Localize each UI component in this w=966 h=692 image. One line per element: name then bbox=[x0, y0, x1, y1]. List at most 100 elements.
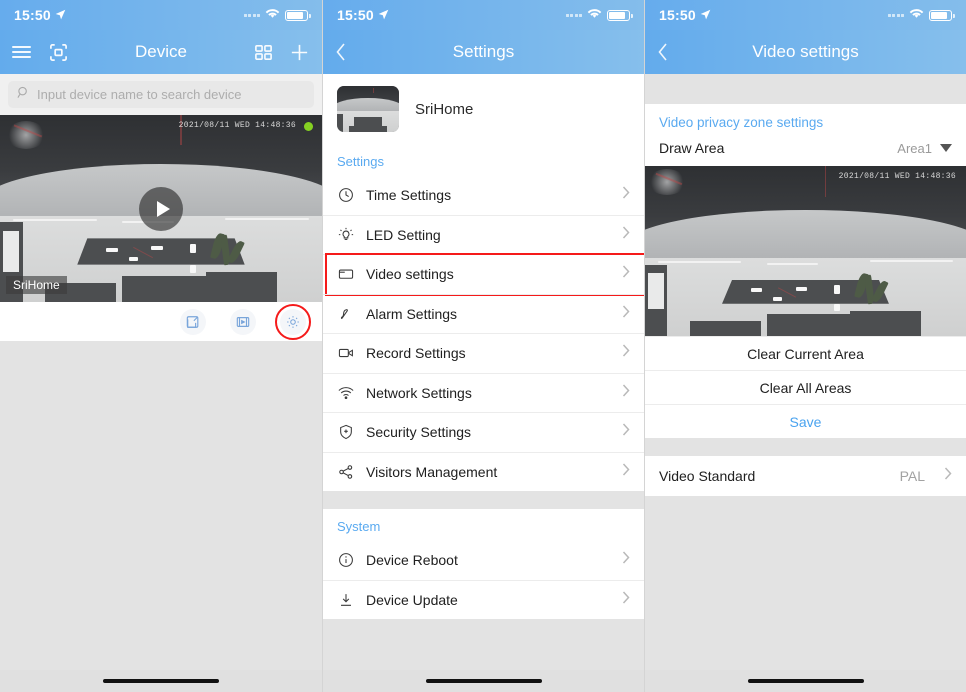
settings-row-label: Time Settings bbox=[366, 186, 452, 203]
settings-list: Time Settings LED Setting Video settings… bbox=[323, 175, 644, 491]
play-icon[interactable] bbox=[139, 186, 183, 231]
battery-icon bbox=[285, 9, 311, 21]
video-frame-icon bbox=[337, 266, 354, 282]
wifi-icon bbox=[587, 6, 602, 24]
clock-icon bbox=[337, 187, 354, 203]
section-divider bbox=[645, 438, 966, 456]
location-arrow-icon bbox=[55, 7, 66, 23]
chevron-right-icon bbox=[622, 591, 630, 609]
settings-row-network-settings[interactable]: Network Settings bbox=[323, 372, 644, 413]
chevron-right-icon bbox=[622, 423, 630, 441]
save-button[interactable]: Save bbox=[645, 404, 966, 438]
settings-row-video-settings[interactable]: Video settings bbox=[323, 253, 644, 296]
settings-row-alarm-settings[interactable]: Alarm Settings bbox=[323, 293, 644, 334]
chevron-right-icon bbox=[622, 186, 630, 204]
chevron-right-icon bbox=[622, 463, 630, 481]
chevron-left-icon[interactable] bbox=[657, 42, 669, 62]
camera-preview[interactable]: 2021/08/11 WED 14:48:36 SriHome bbox=[0, 115, 322, 302]
qr-scan-icon[interactable] bbox=[49, 43, 68, 62]
hamburger-menu-icon[interactable] bbox=[12, 45, 31, 59]
chevron-left-icon[interactable] bbox=[335, 42, 347, 62]
gear-icon[interactable] bbox=[275, 303, 311, 340]
settings-row-device-update[interactable]: Device Update bbox=[323, 579, 644, 620]
home-indicator-area bbox=[323, 670, 644, 692]
camera-timestamp: 2021/08/11 WED 14:48:36 bbox=[178, 121, 296, 130]
status-badge-online bbox=[304, 122, 313, 131]
plus-icon[interactable] bbox=[289, 42, 310, 63]
location-arrow-icon bbox=[378, 7, 389, 23]
settings-row-label: Visitors Management bbox=[366, 463, 498, 480]
search-bar[interactable] bbox=[8, 81, 314, 108]
battery-icon bbox=[929, 9, 955, 21]
section-divider bbox=[323, 491, 644, 509]
home-indicator[interactable] bbox=[103, 678, 219, 684]
settings-row-security-settings[interactable]: Security Settings bbox=[323, 412, 644, 452]
draw-area-label: Draw Area bbox=[659, 140, 725, 156]
status-bar-time: 15:50 bbox=[659, 7, 696, 23]
privacy-zone-preview[interactable]: 2021/08/11 WED 14:48:36 bbox=[645, 166, 966, 336]
screen-video-settings: 15:50 Video settings Video privacy zone … bbox=[644, 0, 966, 692]
battery-icon bbox=[607, 9, 633, 21]
signal-dots-icon bbox=[565, 13, 582, 17]
settings-row-visitors-management[interactable]: Visitors Management bbox=[323, 451, 644, 492]
device-card[interactable]: 2021/08/11 WED 14:48:36 SriHome bbox=[0, 115, 322, 342]
device-card-actions bbox=[0, 302, 322, 342]
playback-icon[interactable] bbox=[230, 308, 256, 335]
clear-all-areas-button[interactable]: Clear All Areas bbox=[645, 370, 966, 404]
status-bar: 15:50 bbox=[323, 0, 644, 30]
settings-row-label: Video settings bbox=[366, 266, 454, 283]
caret-down-icon[interactable] bbox=[940, 144, 952, 152]
home-indicator[interactable] bbox=[425, 678, 542, 684]
clear-current-area-button[interactable]: Clear Current Area bbox=[645, 336, 966, 370]
device-name-overlay: SriHome bbox=[6, 276, 67, 294]
top-spacer bbox=[645, 74, 966, 104]
download-icon bbox=[337, 592, 354, 608]
home-indicator[interactable] bbox=[747, 678, 864, 684]
page-title: Settings bbox=[452, 42, 515, 61]
settings-row-label: Record Settings bbox=[366, 345, 466, 362]
chevron-right-icon bbox=[944, 467, 952, 485]
settings-row-record-settings[interactable]: Record Settings bbox=[323, 333, 644, 373]
status-bar-time-group: 15:50 bbox=[14, 7, 66, 23]
shield-icon bbox=[337, 424, 354, 440]
section-title-system: System bbox=[323, 509, 644, 540]
wifi-icon bbox=[337, 386, 354, 400]
info-circle-icon bbox=[337, 552, 354, 568]
settings-row-led-setting[interactable]: LED Setting bbox=[323, 214, 644, 255]
empty-list-area bbox=[0, 342, 322, 670]
grid-view-icon[interactable] bbox=[254, 43, 273, 62]
screenshot-root: 15:50 Device Input device name to search… bbox=[0, 0, 966, 692]
video-standard-value: PAL bbox=[899, 468, 925, 484]
privacy-zone-link[interactable]: Video privacy zone settings bbox=[645, 104, 966, 136]
status-bar-time: 15:50 bbox=[337, 7, 374, 23]
page-title: Video settings bbox=[752, 42, 859, 61]
search-icon bbox=[17, 86, 30, 104]
chevron-right-icon bbox=[622, 551, 630, 569]
navbar-settings: Settings bbox=[323, 30, 644, 74]
chevron-right-icon bbox=[622, 305, 630, 323]
chevron-right-icon bbox=[622, 344, 630, 362]
settings-row-label: Network Settings bbox=[366, 384, 472, 401]
settings-row-device-reboot[interactable]: Device Reboot bbox=[323, 540, 644, 580]
status-bar-time-group: 15:50 bbox=[337, 7, 389, 23]
device-name: SriHome bbox=[415, 100, 474, 118]
draw-area-row[interactable]: Draw Area Area1 bbox=[645, 136, 966, 166]
home-indicator-area bbox=[645, 670, 966, 692]
status-bar: 15:50 bbox=[645, 0, 966, 30]
home-indicator-area bbox=[0, 670, 322, 692]
chevron-right-icon bbox=[622, 265, 630, 283]
chevron-right-icon bbox=[622, 384, 630, 402]
status-bar-time-group: 15:50 bbox=[659, 7, 711, 23]
settings-row-time-settings[interactable]: Time Settings bbox=[323, 175, 644, 215]
settings-row-label: Security Settings bbox=[366, 424, 472, 441]
video-standard-row[interactable]: Video Standard PAL bbox=[645, 456, 966, 496]
search-input[interactable] bbox=[37, 87, 305, 102]
video-standard-label: Video Standard bbox=[659, 468, 756, 484]
edit-icon[interactable] bbox=[180, 308, 206, 335]
status-bar: 15:50 bbox=[0, 0, 322, 30]
signal-dots-icon bbox=[243, 13, 260, 17]
settings-row-label: Device Update bbox=[366, 591, 458, 608]
status-bar-indicators bbox=[887, 6, 955, 24]
device-header[interactable]: SriHome bbox=[323, 74, 644, 144]
settings-row-label: Device Reboot bbox=[366, 551, 458, 568]
